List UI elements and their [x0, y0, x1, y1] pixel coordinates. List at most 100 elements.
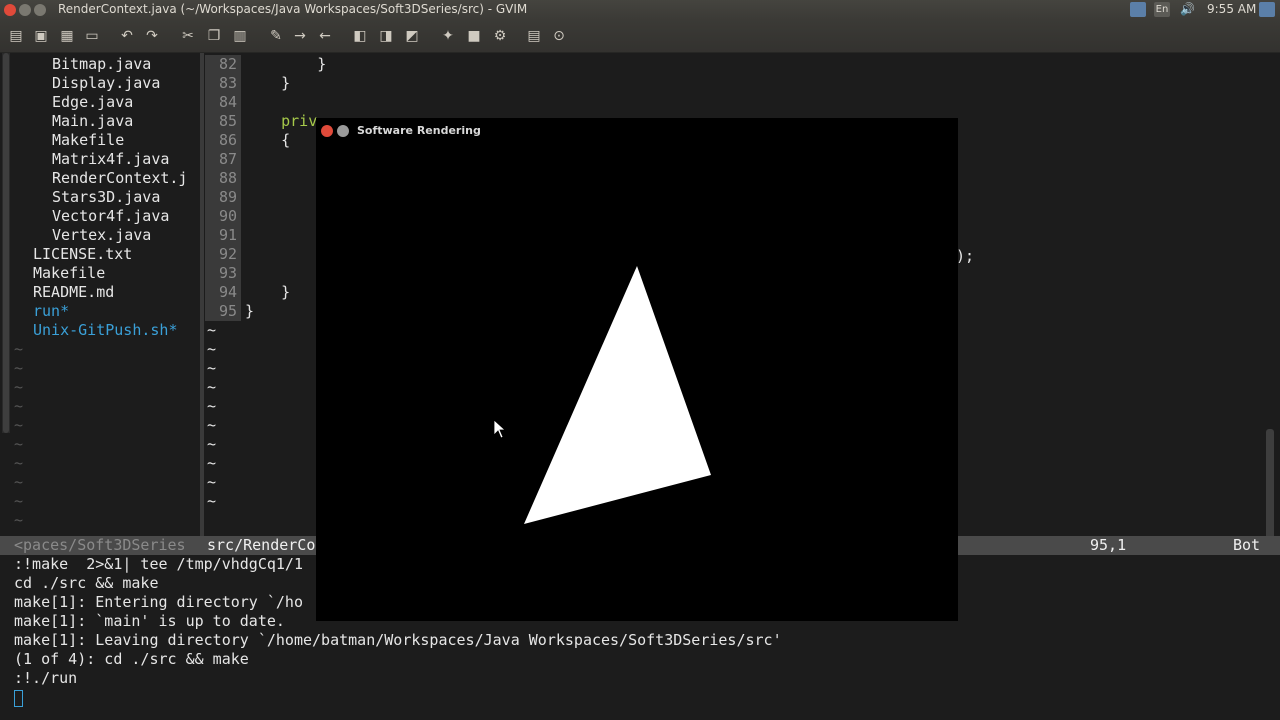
line-number: 86	[205, 131, 241, 150]
copy-icon[interactable]: ❐	[206, 28, 222, 44]
empty-line-marker: ~	[14, 359, 24, 377]
empty-line-marker: ~	[14, 340, 24, 358]
code-fragment: );	[956, 247, 975, 265]
right-scrollbar-thumb[interactable]	[1266, 429, 1274, 541]
find-replace-icon[interactable]: ✎	[268, 28, 284, 44]
save-session-icon[interactable]: ◨	[378, 28, 394, 44]
file-tree[interactable]: Bitmap.java Display.java Edge.java Main.jav…	[14, 55, 200, 535]
file-tree-item[interactable]: Makefile	[52, 131, 124, 150]
file-tree-item[interactable]: Edge.java	[52, 93, 133, 112]
left-scrollbar-thumb[interactable]	[3, 53, 9, 433]
line-number: 84	[205, 93, 241, 112]
undo-icon[interactable]: ↶	[119, 28, 135, 44]
file-tree-item[interactable]: run*	[33, 302, 69, 321]
line-number: 93	[205, 264, 241, 283]
command-output-line: (1 of 4): cd ./src && make	[14, 650, 249, 668]
empty-line-marker: ~	[207, 454, 217, 472]
render-window-title: Software Rendering	[357, 124, 481, 137]
command-output-line: :!./run	[14, 669, 78, 687]
empty-line-marker: ~	[207, 321, 217, 339]
messaging-icon[interactable]	[1130, 2, 1146, 17]
shell-icon[interactable]: ■	[466, 28, 482, 44]
render-canvas[interactable]	[316, 144, 958, 621]
line-number: 92	[205, 245, 241, 264]
file-tree-item[interactable]: Bitmap.java	[52, 55, 151, 74]
file-tree-item[interactable]: Unix-GitPush.sh*	[33, 321, 178, 340]
code-line[interactable]: }	[245, 55, 326, 74]
open-icon[interactable]: ▤	[8, 28, 24, 44]
clock[interactable]: 9:55 AM	[1207, 2, 1256, 16]
redo-icon[interactable]: ↷	[144, 28, 160, 44]
file-tree-item[interactable]: Vector4f.java	[52, 207, 169, 226]
render-window-titlebar[interactable]: Software Rendering	[316, 118, 958, 144]
window-maximize-icon[interactable]	[34, 4, 46, 16]
software-rendering-window[interactable]: Software Rendering	[316, 118, 958, 621]
empty-line-marker: ~	[207, 492, 217, 510]
code-line[interactable]: }	[245, 283, 290, 302]
line-number: 91	[205, 226, 241, 245]
empty-line-marker: ~	[207, 473, 217, 491]
file-tree-item[interactable]: Main.java	[52, 112, 133, 131]
save-icon[interactable]: ▣	[33, 28, 49, 44]
file-tree-item[interactable]: RenderContext.j	[52, 169, 187, 188]
empty-line-marker: ~	[207, 397, 217, 415]
command-output-line: make[1]: Entering directory `/ho	[14, 593, 303, 611]
line-number: 88	[205, 169, 241, 188]
load-session-icon[interactable]: ◧	[352, 28, 368, 44]
code-line[interactable]: priv	[245, 112, 317, 131]
window-close-icon[interactable]	[4, 4, 16, 16]
empty-line-marker: ~	[14, 511, 24, 529]
scroll-indicator: Bot	[1233, 536, 1261, 554]
command-output-line: make[1]: Leaving directory `/home/batman…	[14, 631, 782, 649]
save-all-icon[interactable]: ▦	[59, 28, 75, 44]
render-close-icon[interactable]	[321, 125, 333, 137]
empty-line-marker: ~	[207, 359, 217, 377]
line-number: 90	[205, 207, 241, 226]
help-icon[interactable]: ⊙	[551, 28, 567, 44]
file-tree-item[interactable]: LICENSE.txt	[33, 245, 132, 264]
file-tree-item[interactable]: README.md	[33, 283, 114, 302]
window-minimize-icon[interactable]	[19, 4, 31, 16]
empty-line-marker: ~	[14, 378, 24, 396]
file-tree-item[interactable]: Makefile	[33, 264, 105, 283]
empty-line-marker: ~	[207, 340, 217, 358]
run-script-icon[interactable]: ◩	[404, 28, 420, 44]
find-next-icon[interactable]: →	[292, 28, 308, 44]
make-icon[interactable]: ✦	[440, 28, 456, 44]
tag-jump-icon[interactable]: ▤	[526, 28, 542, 44]
line-number: 85	[205, 112, 241, 131]
code-line[interactable]: }	[245, 74, 290, 93]
keyboard-layout-indicator[interactable]: En	[1154, 2, 1170, 17]
system-settings-icon[interactable]	[1259, 2, 1275, 17]
run-ctags-icon[interactable]: ⚙	[492, 28, 508, 44]
find-prev-icon[interactable]: ←	[317, 28, 333, 44]
empty-line-marker: ~	[14, 492, 24, 510]
code-line[interactable]: }	[245, 302, 254, 321]
line-number: 94	[205, 283, 241, 302]
window-title: RenderContext.java (~/Workspaces/Java Wo…	[58, 2, 528, 16]
print-icon[interactable]: ▭	[84, 28, 100, 44]
status-left-path: <paces/Soft3DSeries	[14, 536, 186, 554]
empty-line-marker: ~	[207, 416, 217, 434]
cut-icon[interactable]: ✂	[180, 28, 196, 44]
top-panel: RenderContext.java (~/Workspaces/Java Wo…	[0, 0, 1280, 20]
empty-line-marker: ~	[14, 416, 24, 434]
volume-icon[interactable]: 🔊	[1180, 2, 1196, 17]
left-scrollbar[interactable]	[2, 53, 10, 433]
file-tree-item[interactable]: Stars3D.java	[52, 188, 160, 207]
file-tree-item[interactable]: Display.java	[52, 74, 160, 93]
render-minimize-icon[interactable]	[337, 125, 349, 137]
command-output-line: make[1]: `main' is up to date.	[14, 612, 285, 630]
status-file: src/RenderCo	[207, 536, 316, 554]
file-tree-item[interactable]: Matrix4f.java	[52, 150, 169, 169]
empty-line-marker: ~	[14, 454, 24, 472]
window-split-bar[interactable]	[200, 53, 204, 537]
file-tree-item[interactable]: Vertex.java	[52, 226, 151, 245]
cursor-position: 95,1	[1090, 536, 1127, 554]
text-cursor	[14, 690, 23, 707]
line-number: 89	[205, 188, 241, 207]
code-line[interactable]: {	[245, 131, 290, 150]
empty-line-marker: ~	[207, 435, 217, 453]
empty-line-marker: ~	[14, 435, 24, 453]
paste-icon[interactable]: ▥	[232, 28, 248, 44]
